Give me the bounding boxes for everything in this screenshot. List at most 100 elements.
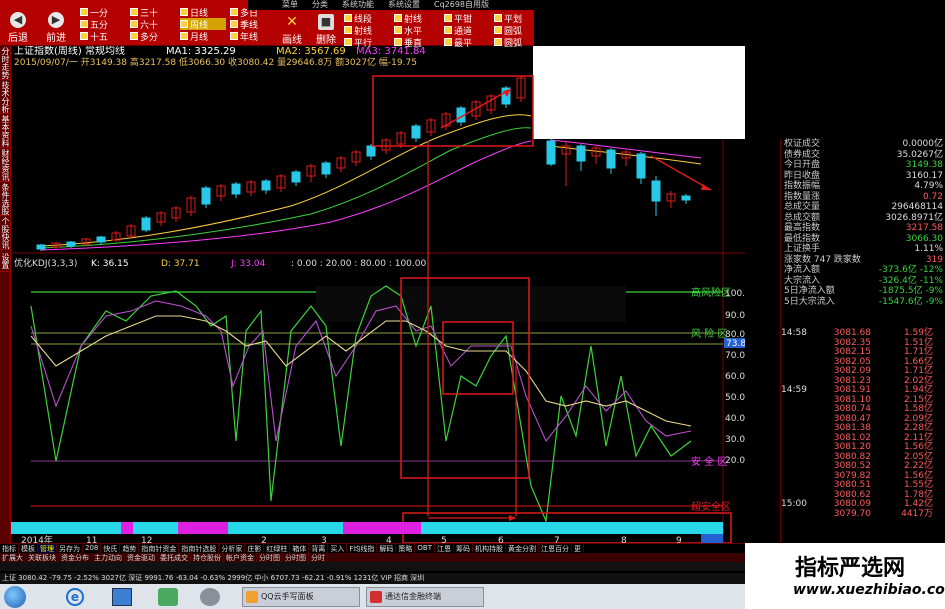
draw-tool[interactable]: 线段 — [344, 12, 390, 25]
bar-info-line: 2015/09/07/一 开3149.38 高3217.58 低3066.30 … — [14, 56, 417, 68]
tab-item[interactable]: 机构持股 — [473, 544, 506, 553]
period-1min[interactable]: 一分 — [80, 6, 126, 19]
delete-button[interactable]: ■ 删除 — [314, 12, 338, 46]
stat-row: 5日净流入额 -1875.5亿 -9% — [781, 286, 945, 297]
app-icon[interactable] — [158, 588, 178, 606]
start-orb-icon[interactable] — [4, 586, 26, 608]
tab-item[interactable]: 江恩百分 — [539, 544, 572, 553]
menu-item[interactable]: 分类 — [312, 0, 328, 10]
tab-item[interactable]: 分析家 — [219, 544, 246, 553]
tab-item[interactable]: 快氏 — [101, 544, 121, 553]
month-label: 5 — [441, 536, 447, 543]
tab-item[interactable]: 分时图 — [257, 553, 283, 562]
overlay-white-block — [533, 46, 745, 139]
tab-item[interactable]: 另存为 — [57, 544, 83, 553]
period-season[interactable]: 季线 — [230, 18, 276, 31]
tab-item[interactable]: 箱体 — [290, 544, 310, 553]
tab-item[interactable]: 关联板块 — [26, 553, 59, 562]
period-week[interactable]: 周线 — [180, 18, 226, 31]
arrowhead — [509, 515, 516, 521]
draw-tool[interactable]: 射线 — [344, 24, 390, 37]
kdj-axis-label: 40.00 — [725, 414, 745, 424]
sidebar-tab[interactable]: 个股快讯 — [0, 216, 11, 250]
tab-item[interactable]: 筹码 — [454, 544, 473, 553]
tab-item[interactable]: 红绿柱 — [264, 544, 291, 553]
tab-item[interactable]: 庄影 — [245, 544, 265, 553]
period-month[interactable]: 月线 — [180, 30, 226, 43]
scroll-thumb[interactable] — [701, 534, 723, 543]
draw-tool[interactable]: 水平 — [394, 24, 440, 37]
month-label: 2014年 — [21, 534, 53, 543]
kdj-k-value: K: 36.15 — [91, 259, 129, 269]
tab-item[interactable]: 资金驱动 — [125, 553, 158, 562]
sidebar-tab[interactable]: 基本资料 — [0, 114, 11, 148]
taskbar-item[interactable]: 通达信金融终端 — [366, 587, 484, 607]
tab-item[interactable]: F均线指 — [347, 544, 378, 553]
tab-item[interactable]: 黄金分割 — [506, 544, 539, 553]
tab-item[interactable]: 解码 — [377, 544, 397, 553]
sidebar-tab[interactable]: 条件选股 — [0, 182, 11, 216]
browser-icon[interactable]: e — [66, 588, 84, 606]
stat-label: 昨日收盘 — [784, 170, 821, 181]
taskbar-item[interactable]: QQ云手写面板 — [242, 587, 360, 607]
tab-item[interactable]: 策略 — [396, 544, 416, 553]
month-label: 2 — [261, 536, 267, 543]
period-15min[interactable]: 十五 — [80, 30, 126, 43]
tab-item[interactable]: 资金分布 — [59, 553, 92, 562]
period-60min[interactable]: 六十 — [130, 18, 176, 31]
tab-item[interactable]: 分时 — [309, 553, 328, 562]
menu-item[interactable]: 系统功能 — [342, 0, 374, 10]
candle-body — [636, 153, 646, 179]
tab-item[interactable]: 持仓股份 — [191, 553, 224, 562]
draw-line-button[interactable]: ✕ 画线 — [280, 12, 304, 46]
tab-item[interactable]: 背离 — [309, 544, 329, 553]
tab-item[interactable]: 模板 — [19, 544, 38, 553]
main-chart[interactable]: 上证指数(周线) 常规均线 MA1: 3325.29 MA2: 3567.69 … — [11, 46, 745, 543]
period-day[interactable]: 日线 — [180, 6, 226, 19]
period-30min[interactable]: 三十 — [130, 6, 176, 19]
stat-value: -373.6亿 -12% — [878, 265, 943, 275]
month-label: 7 — [554, 536, 560, 543]
menu-item[interactable]: 系统设置 — [388, 0, 420, 10]
draw-tool[interactable]: 平划 — [494, 12, 540, 25]
sidebar-tab[interactable]: 分时走势 — [0, 46, 11, 80]
tab-item[interactable]: 主力动向 — [92, 553, 125, 562]
menu-item[interactable]: 菜单 — [282, 0, 298, 10]
tab-item[interactable]: 江恩 — [435, 544, 454, 553]
period-year[interactable]: 年线 — [230, 30, 276, 43]
sidebar-tab[interactable]: 设置 — [0, 250, 11, 272]
draw-tool[interactable]: 平钳 — [444, 12, 490, 25]
tab-item[interactable]: 管理 — [38, 544, 57, 553]
draw-tool[interactable]: 圆弧 — [494, 24, 540, 37]
forward-button[interactable]: ▶ 前进 — [44, 10, 68, 44]
menu-item[interactable]: Cq2698自用版 — [434, 0, 489, 10]
candle-body — [66, 241, 76, 247]
app-icon[interactable] — [112, 588, 132, 606]
back-icon: ◀ — [10, 12, 26, 28]
tab-item[interactable]: 指标 — [0, 544, 19, 553]
tab-item[interactable]: 指南针选股 — [179, 544, 220, 553]
kdj-axis-label: 100.0 — [725, 289, 745, 299]
back-button[interactable]: ◀ 后退 — [6, 10, 30, 44]
tab-item[interactable]: OBT — [415, 544, 435, 553]
sidebar-tab[interactable]: 财经资讯 — [0, 148, 11, 182]
period-multimin[interactable]: 多分 — [130, 30, 176, 43]
sidebar-tab[interactable]: 技术分析 — [0, 80, 11, 114]
tdx-icon — [370, 591, 382, 603]
draw-tool[interactable]: 射线 — [394, 12, 440, 25]
app-icon[interactable] — [200, 588, 220, 606]
candle-body — [411, 125, 421, 139]
tab-item[interactable]: 指南针资金 — [139, 544, 180, 553]
tab-item[interactable]: 帐户资金 — [224, 553, 257, 562]
kdj-current-value: 73.8 — [726, 339, 745, 349]
tab-item[interactable]: 208 — [83, 544, 102, 553]
tab-item[interactable]: 扩展大 — [0, 553, 26, 562]
draw-tool[interactable]: 通道 — [444, 24, 490, 37]
tab-item[interactable]: 买入 — [328, 544, 348, 553]
period-5min[interactable]: 五分 — [80, 18, 126, 31]
tab-item[interactable]: 趋势 — [120, 544, 140, 553]
tab-item[interactable]: 委托成交 — [158, 553, 191, 562]
tab-item[interactable]: 更 — [572, 544, 584, 553]
tab-item[interactable]: 分时图 — [283, 553, 309, 562]
stat-row: 大宗流入 -326.4亿 -11% — [781, 276, 945, 287]
